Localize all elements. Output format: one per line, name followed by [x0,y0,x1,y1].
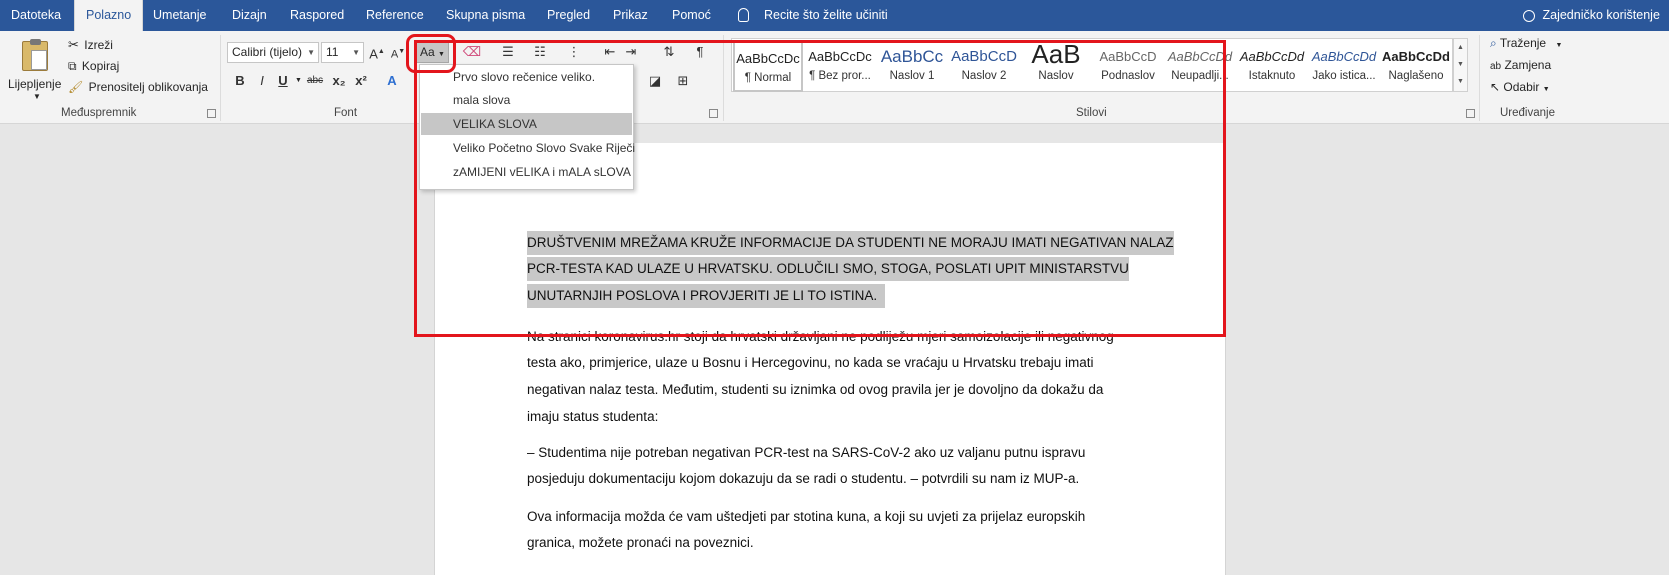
text-line: Ova informacija možda će vam uštedjeti p… [527,509,1086,524]
person-icon [1523,9,1535,22]
text-line: imaju status studenta: [527,409,659,424]
bold-button[interactable]: B [230,71,250,91]
style-preview: AaBbCcDd [1239,49,1305,64]
chevron-up-icon: ▲ [1457,44,1464,51]
gallery-scroll[interactable]: ▲ ▼ ▼ [1453,38,1468,92]
format-painter-label: Prenositelj oblikovanja [88,80,208,94]
lightbulb-icon [738,8,749,22]
paste-label: Lijepljenje [8,77,62,91]
select-button[interactable]: ↖ Odabir ▼ [1490,80,1550,94]
text-line: negativan nalaz testa. Međutim, studenti… [527,382,1104,397]
tab-raspored[interactable]: Raspored [290,0,344,31]
cursor-icon: ↖ [1490,80,1501,94]
tab-dizajn[interactable]: Dizajn [232,0,267,31]
tell-me-label: Recite što želite učiniti [764,8,888,22]
style-preview: AaBbCcDd [1382,49,1450,64]
share-label: Zajedničko korištenje [1542,8,1660,22]
clipboard-icon [22,39,48,71]
styles-launcher-icon[interactable] [1466,109,1475,118]
select-label: Odabir [1503,80,1540,94]
find-button[interactable]: ⌕ Traženje ▼ [1490,36,1562,51]
style-emphasis[interactable]: AaBbCcDd Istaknuto [1237,40,1307,92]
group-separator [1479,35,1480,121]
style-strong[interactable]: AaBbCcDd Naglašeno [1381,40,1451,92]
cut-label: Izreži [84,38,113,52]
replace-icon: ab [1490,61,1502,72]
text-line: posjeduju dokumentaciju kojom dokazuju d… [527,471,1080,486]
paste-button[interactable]: Lijepljenje ▼ [8,37,64,103]
chevron-down-icon: ▼ [1542,86,1550,93]
text-line: testa ako, primjerice, ulaze u Bosnu i H… [527,355,1094,370]
tab-pomoc[interactable]: Pomoć [672,0,711,31]
font-size-combo[interactable]: 11 ▼ [321,42,364,63]
font-group-label: Font [334,107,358,119]
chevron-down-icon: ▼ [352,48,360,57]
group-separator [220,35,221,121]
chevron-down-icon: ▼ [295,77,302,84]
grow-font-icon[interactable]: A▲ [367,42,387,62]
text-effects-icon[interactable]: A [382,71,402,91]
tab-datoteka[interactable]: Datoteka [11,0,61,31]
scissors-icon: ✂ [68,37,79,52]
font-size-value: 11 [326,45,339,59]
subscript-button[interactable]: x₂ [329,71,349,91]
tab-polazno[interactable]: Polazno [74,0,144,31]
menu-bar: Datoteka Polazno Umetanje Dizajn Raspore… [0,0,1669,31]
paintbrush-icon: 🖌 [68,80,84,94]
chevron-down-icon: ▼ [307,48,315,57]
clipboard-group-label: Međuspremnik [61,107,137,119]
replace-button[interactable]: ab Zamjena [1490,58,1551,72]
style-preview: AaBbCcDd [1311,49,1377,64]
search-icon: ⌕ [1490,36,1497,50]
tab-reference[interactable]: Reference [366,0,424,31]
text-line: – Studentima nije potreban negativan PCR… [527,445,1086,460]
chevron-down-icon: ▼ [33,92,41,101]
italic-button[interactable]: I [252,71,272,91]
format-painter-button[interactable]: 🖌 Prenositelj oblikovanja [68,80,208,94]
font-name-combo[interactable]: Calibri (tijelo) ▼ [227,42,319,63]
replace-label: Zamjena [1504,58,1552,72]
annotation-highlight-box [414,40,1226,337]
tell-me-box[interactable]: Recite što želite učiniti [738,0,888,31]
share-button[interactable]: Zajedničko korištenje [1523,0,1660,31]
chevron-down-icon: ▼ [1555,42,1563,49]
tab-umetanje[interactable]: Umetanje [153,0,207,31]
tab-pregled[interactable]: Pregled [547,0,590,31]
find-label: Traženje [1499,36,1547,50]
font-name-value: Calibri (tijelo) [232,45,303,59]
text-line: granica, možete pronaći na poveznici. [527,535,754,550]
superscript-button[interactable]: x² [351,71,371,91]
copy-button[interactable]: ⧉ Kopiraj [68,59,119,74]
annotation-change-case-circle [406,34,456,73]
copy-icon: ⧉ [68,59,77,73]
tab-prikaz[interactable]: Prikaz [613,0,648,31]
copy-label: Kopiraj [81,59,120,73]
editing-group-label: Uređivanje [1500,107,1555,119]
tab-skupna-pisma[interactable]: Skupna pisma [446,0,525,31]
style-name: Jako istica... [1312,70,1376,82]
style-intense-emphasis[interactable]: AaBbCcDd Jako istica... [1309,40,1379,92]
strikethrough-button[interactable]: abc [305,71,325,91]
chevron-down-icon: ▼ [1457,61,1464,68]
cut-button[interactable]: ✂ Izreži [68,37,113,53]
clipboard-launcher-icon[interactable] [207,109,216,118]
style-name: Naglašeno [1388,70,1444,82]
shrink-font-icon[interactable]: A▼ [388,42,408,62]
style-name: Istaknuto [1248,70,1296,82]
more-icon: ▼ [1457,78,1464,85]
underline-button[interactable]: U [273,71,293,91]
